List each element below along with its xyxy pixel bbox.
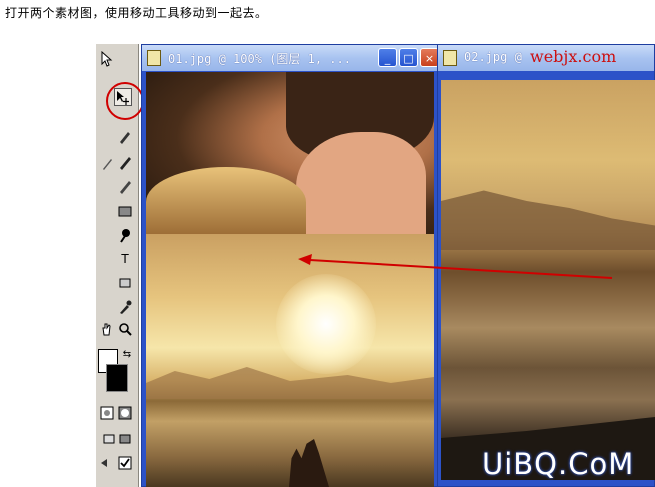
watermark-bottom: UiBQ.CoM xyxy=(482,447,635,481)
type-tool-icon[interactable]: T xyxy=(116,250,134,268)
eyedropper-icon[interactable] xyxy=(116,298,134,316)
jump-to-imageready-icon[interactable] xyxy=(98,454,116,472)
brush-icon[interactable] xyxy=(116,154,134,172)
minimize-button[interactable]: _ xyxy=(378,48,397,67)
instruction-caption: 打开两个素材图，使用移动工具移动到一起去。 xyxy=(5,6,268,20)
drag-direction-arrow xyxy=(298,254,613,279)
photo-sun xyxy=(276,274,376,374)
hand-tool-icon[interactable] xyxy=(98,320,116,338)
window-02-title: 02.jpg @ xyxy=(464,50,522,64)
move-tool-highlight-circle xyxy=(106,82,144,120)
sunset-sea-photo xyxy=(441,80,655,480)
standard-mode-icon[interactable] xyxy=(98,404,116,422)
photo-mountains xyxy=(441,190,655,250)
watermark-top: webjx.com xyxy=(530,47,617,66)
gradient-icon[interactable] xyxy=(116,202,134,220)
swap-colors-icon[interactable]: ⇆ xyxy=(118,346,136,364)
canvas-02[interactable] xyxy=(441,80,655,480)
document-icon xyxy=(443,50,457,66)
window-01-titlebar[interactable]: 01.jpg @ 100% (图层 1, ... _ □ × xyxy=(142,45,439,71)
history-brush-icon[interactable] xyxy=(116,178,134,196)
quick-mask-icon[interactable] xyxy=(116,404,134,422)
shape-tool-icon[interactable] xyxy=(116,274,134,292)
check-icon[interactable] xyxy=(116,454,134,472)
brush-icon[interactable] xyxy=(116,128,134,146)
photo-mountains xyxy=(146,367,434,399)
photo-woman-hair xyxy=(146,167,306,237)
couple-closeup-photo xyxy=(146,72,434,242)
burn-tool-icon[interactable] xyxy=(116,226,134,244)
photo-man-face xyxy=(296,132,426,242)
photo-couple-silhouette xyxy=(289,439,329,487)
maximize-button[interactable]: □ xyxy=(399,48,418,67)
pencil-icon[interactable] xyxy=(98,154,116,172)
document-icon xyxy=(147,50,161,66)
zoom-icon[interactable] xyxy=(116,320,134,338)
full-screen-mode-icon[interactable] xyxy=(116,430,134,448)
move-arrow-icon[interactable] xyxy=(98,50,116,68)
window-01-title: 01.jpg @ 100% (图层 1, ... xyxy=(168,52,351,66)
background-color-swatch[interactable] xyxy=(106,364,128,392)
